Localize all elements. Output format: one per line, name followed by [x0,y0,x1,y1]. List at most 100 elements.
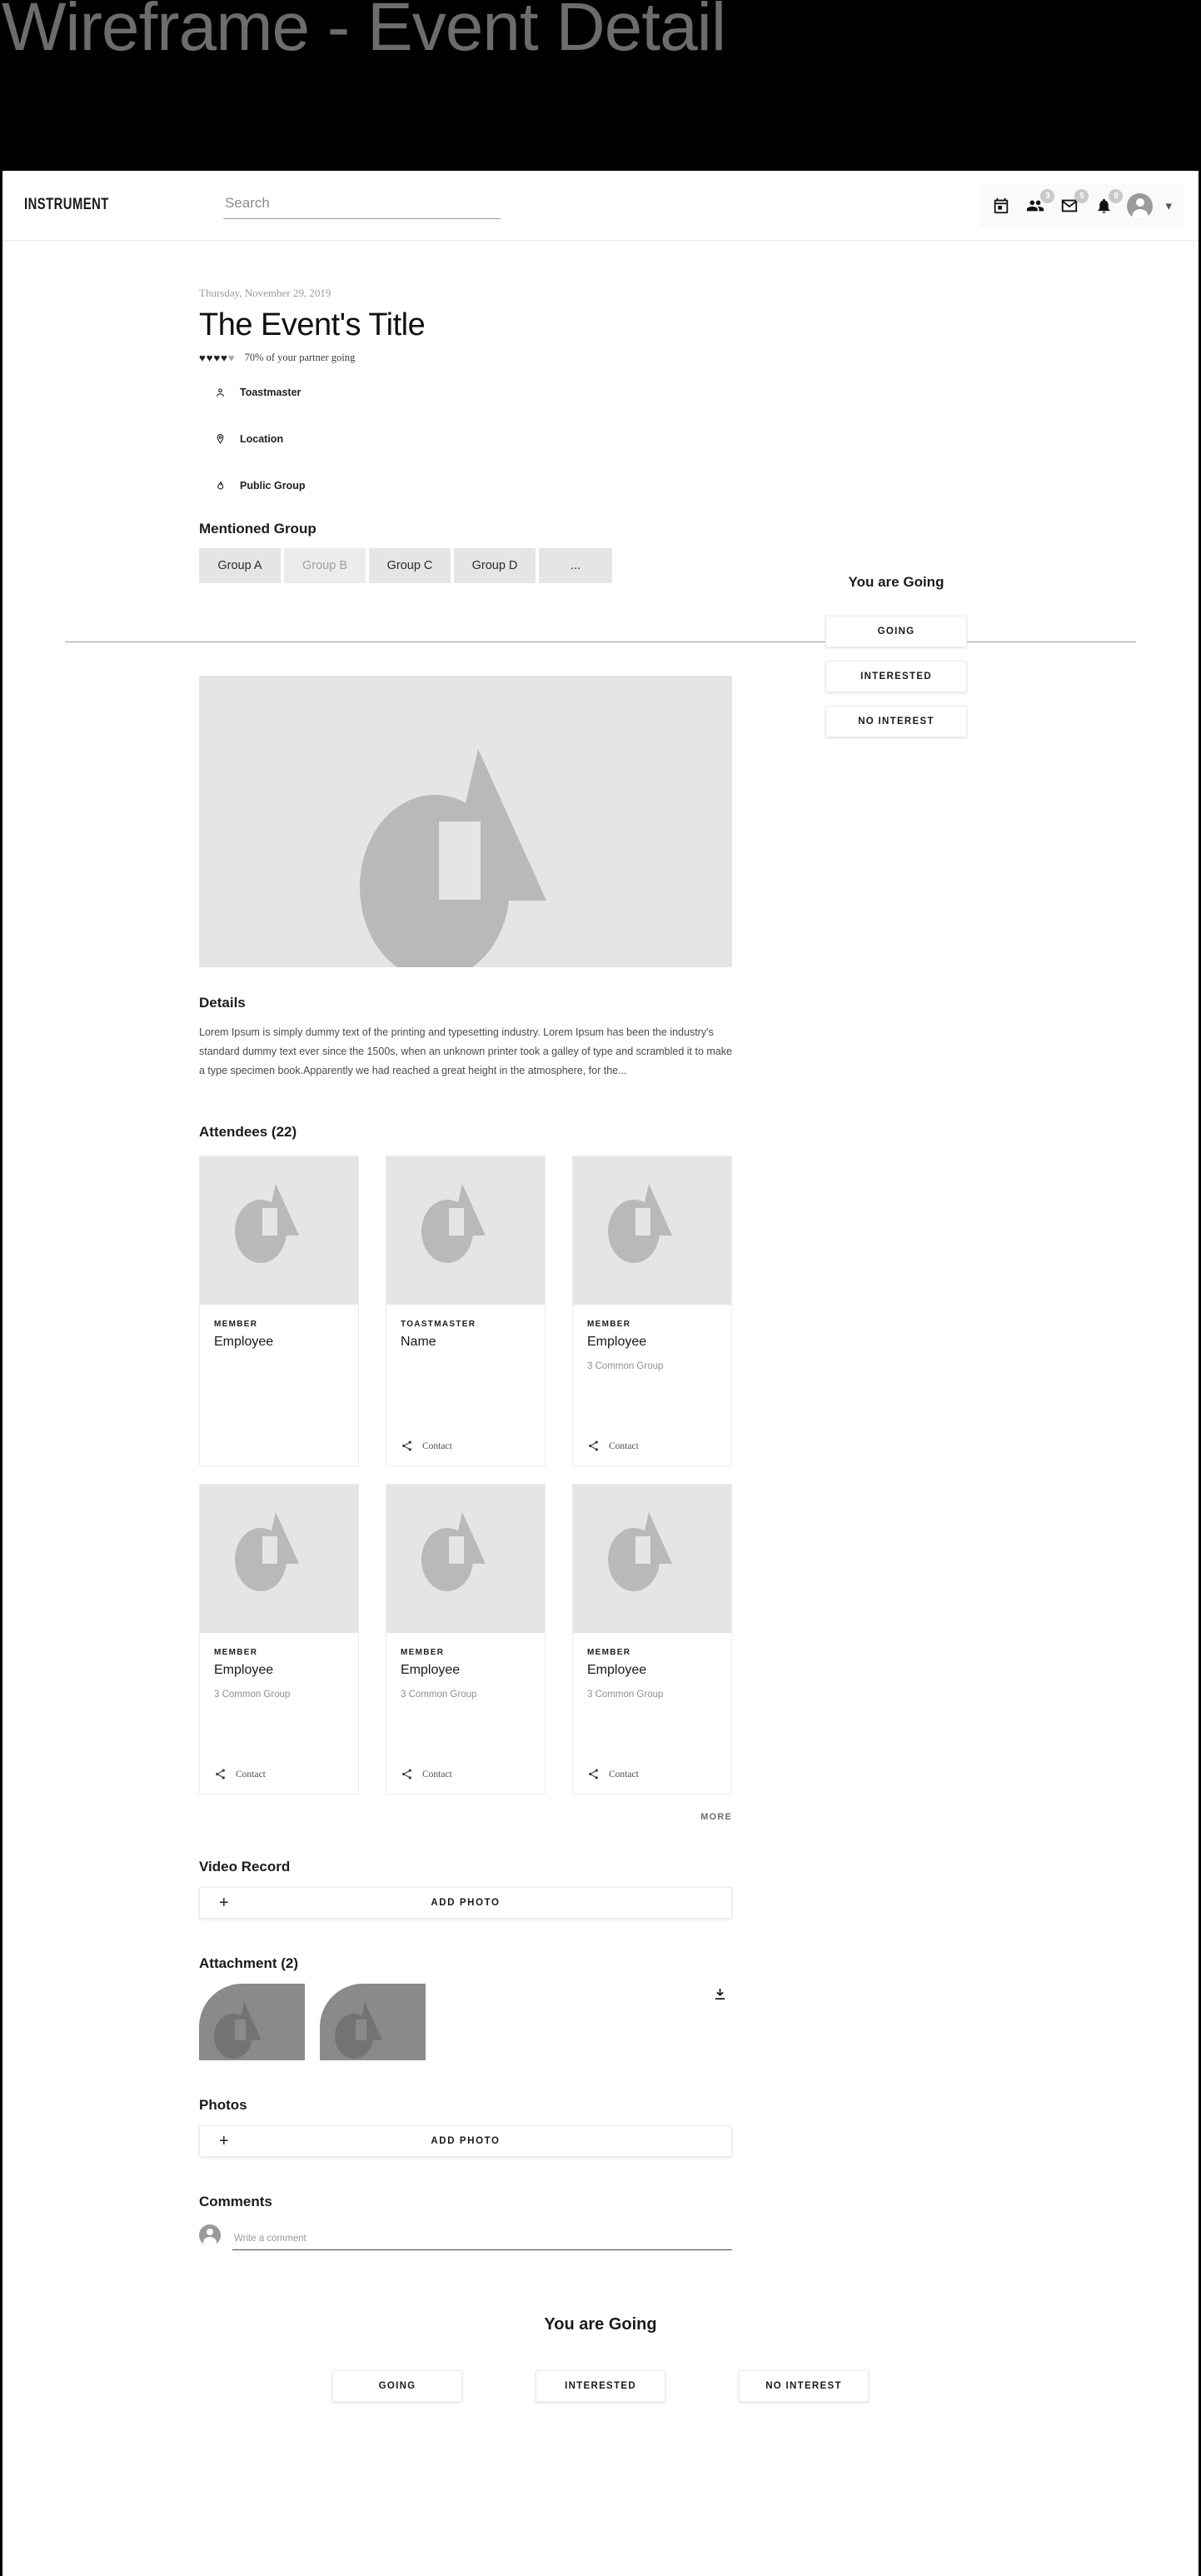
contact-button[interactable]: Contact [587,1768,717,1780]
contact-label: Contact [236,1769,266,1780]
attendee-card[interactable]: MEMBER Employee 3 Common Group Contact [386,1484,546,1795]
banner-title: Wireframe - Event Detail [2,0,726,65]
attendee-name: Employee [587,1663,647,1678]
going-button[interactable]: GOING [825,616,967,647]
attendee-card[interactable]: MEMBER Employee 3 Common Group Contact [572,1156,732,1467]
share-icon [216,1769,225,1780]
heart-icon: ♥ [199,352,206,364]
attendee-name: Employee [214,1335,274,1350]
group-chip-more[interactable]: ... [539,548,612,583]
page-banner: Wireframe - Event Detail [0,0,1201,171]
mail-icon[interactable]: 5 [1059,189,1089,217]
account-avatar[interactable] [1127,192,1154,219]
photos-title: Photos [199,2097,247,2114]
attendee-common-group: 3 Common Group [214,1690,291,1700]
attendees-title: Attendees (22) [199,1124,297,1141]
group-chip-c[interactable]: Group C [369,548,451,583]
contact-button[interactable]: Contact [214,1768,344,1780]
details-text: Lorem Ipsum is simply dummy text of the … [199,1026,732,1076]
plus-icon: + [219,1894,229,1913]
footer-going-button[interactable]: GOING [332,2370,462,2403]
chevron-down-icon[interactable]: ▾ [1165,200,1172,212]
comments-title: Comments [199,2194,272,2210]
person-icon [214,386,227,400]
add-photo-label: ADD PHOTO [431,2136,501,2147]
details-title: Details [199,995,246,1011]
attendee-common-group: 3 Common Group [587,1361,664,1372]
attachment-thumbnail[interactable] [320,1984,426,2061]
attendee-name: Employee [401,1663,461,1678]
attendee-card[interactable]: TOASTMASTER Name Contact [386,1156,546,1467]
share-icon [589,1440,598,1451]
group-chip-a[interactable]: Group A [199,548,281,583]
attendee-card[interactable]: MEMBER Employee [199,1156,359,1467]
attendees-more-link[interactable]: MORE [199,1812,732,1822]
people-icon[interactable]: 3 [1024,189,1055,217]
comment-input[interactable] [232,2231,732,2251]
attendee-body: MEMBER Employee 3 Common Group Contact [573,1305,731,1465]
attendee-card[interactable]: MEMBER Employee 3 Common Group Contact [572,1484,732,1795]
mail-badge: 5 [1074,189,1089,203]
page-title: The Event's Title [199,307,426,342]
heart-icon: ♥ [213,352,221,364]
group-chip-d[interactable]: Group D [454,548,536,583]
logomark-notch [439,821,481,900]
interested-button[interactable]: INTERESTED [825,661,967,692]
contact-label: Contact [609,1769,639,1780]
footer-interested-button[interactable]: INTERESTED [536,2370,665,2403]
attendee-name: Name [401,1335,436,1350]
video-record-title: Video Record [199,1859,291,1875]
attendee-card[interactable]: MEMBER Employee 3 Common Group Contact [199,1484,359,1795]
rating-text: 70% of your partner going [244,352,356,363]
logomark-notch [356,2019,366,2041]
bell-icon[interactable]: 9 [1093,189,1124,217]
attendee-name: Employee [587,1335,647,1350]
attendee-avatar-placeholder [386,1156,545,1305]
contact-label: Contact [609,1440,639,1451]
logomark-notch [262,1536,277,1565]
event-date: Thursday, November 29, 2019 [199,287,331,299]
rsvp-panel-top: You are Going GOING INTERESTED NO INTERE… [825,574,967,751]
heart-rating[interactable]: ♥ ♥ ♥ ♥ ♥ [199,352,235,363]
top-navbar: INSTRUMENT 3 5 9 [2,171,1199,241]
heart-icon: ♥ [221,352,227,364]
calendar-icon[interactable] [990,195,1012,217]
nav-icon-group: 3 5 9 ▾ [979,184,1184,227]
rsvp-title: You are Going [848,574,944,590]
location-pin-icon [214,432,227,447]
attendee-avatar-placeholder [573,1485,731,1634]
attendee-common-group: 3 Common Group [587,1690,664,1700]
search-field-wrap [223,192,501,219]
attachment-row [199,1984,732,2061]
attendee-body: MEMBER Employee [200,1305,358,1465]
share-icon [402,1440,411,1451]
attendee-avatar-placeholder [386,1485,545,1634]
download-icon[interactable] [713,1986,727,2006]
footer-no-interest-button[interactable]: NO INTEREST [739,2370,869,2403]
video-add-photo-button[interactable]: + ADD PHOTO [199,1887,732,1920]
logomark-notch [635,1208,650,1236]
photos-add-photo-button[interactable]: + ADD PHOTO [199,2125,732,2158]
comment-avatar [199,2224,221,2247]
attendee-common-group: 3 Common Group [401,1690,477,1700]
plus-icon: + [219,2132,229,2151]
meta-label: Public Group [240,480,306,492]
logomark-notch [235,2019,246,2041]
attendee-avatar-placeholder [200,1156,358,1305]
contact-button[interactable]: Contact [401,1768,531,1780]
attendee-role: MEMBER [587,1320,631,1330]
contact-button[interactable]: Contact [401,1440,531,1452]
contact-label: Contact [422,1440,452,1451]
attendee-body: MEMBER Employee 3 Common Group Contact [386,1633,545,1794]
contact-button[interactable]: Contact [587,1440,717,1452]
brand-logo[interactable]: INSTRUMENT [24,196,109,214]
search-input[interactable] [223,192,501,219]
comment-compose-row [199,2224,732,2251]
attachment-thumbnail[interactable] [199,1984,305,2061]
meta-item-public-group: Public Group [214,474,1199,497]
footer-rsvp-buttons: GOING INTERESTED NO INTEREST [2,2370,1199,2403]
logomark-notch [635,1536,650,1565]
meta-item-location: Location [214,427,1199,451]
no-interest-button[interactable]: NO INTEREST [825,706,967,737]
group-chip-b[interactable]: Group B [284,548,366,583]
